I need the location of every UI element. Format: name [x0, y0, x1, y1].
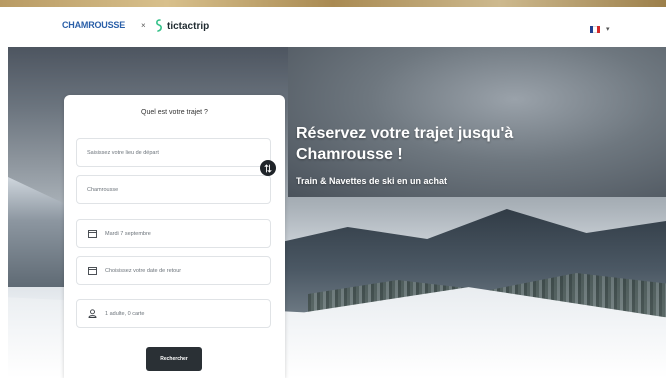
hero-subtitle: Train & Navettes de ski en un achat — [296, 176, 448, 186]
passengers-value: 1 adulte, 0 carte — [105, 310, 145, 317]
chamrousse-logo-text: CHAMROUSSE — [62, 20, 126, 30]
return-date-field[interactable]: Choisissez votre date de retour — [76, 256, 271, 285]
swap-locations-button[interactable] — [260, 160, 276, 176]
origin-placeholder: Saisissez votre lieu de départ — [87, 149, 159, 156]
brand-separator: × — [141, 21, 146, 30]
language-selector[interactable]: ▾ — [590, 25, 610, 33]
passengers-field[interactable]: 1 adulte, 0 carte — [76, 299, 271, 328]
site-header: CHAMROUSSE × tictactrip ▾ — [0, 7, 666, 47]
form-title: Quel est votre trajet ? — [141, 109, 208, 116]
calendar-icon — [87, 266, 97, 276]
chamrousse-logo[interactable]: CHAMROUSSE — [62, 20, 125, 30]
swap-icon — [264, 163, 272, 173]
chevron-down-icon: ▾ — [606, 26, 610, 33]
calendar-icon — [87, 229, 97, 239]
tictactrip-logo-text: tictactrip — [167, 20, 210, 32]
top-banner-strip — [0, 0, 666, 7]
departure-date-field[interactable]: Mardi 7 septembre — [76, 219, 271, 248]
destination-input[interactable]: Chamrousse — [76, 175, 271, 204]
tictactrip-swirl-icon — [156, 19, 162, 32]
trip-search-card: Quel est votre trajet ? Saisissez votre … — [64, 95, 285, 378]
tictactrip-logo[interactable]: tictactrip — [154, 19, 209, 33]
departure-date-value: Mardi 7 septembre — [105, 230, 151, 237]
origin-input[interactable]: Saisissez votre lieu de départ — [76, 138, 271, 167]
user-icon — [87, 309, 97, 319]
hero-text-block: Réservez votre trajet jusqu'à Chamrousse… — [296, 123, 596, 186]
french-flag-icon — [590, 25, 600, 33]
search-button[interactable]: Rechercher — [146, 347, 202, 371]
destination-value: Chamrousse — [87, 186, 119, 193]
return-date-placeholder: Choisissez votre date de retour — [105, 267, 182, 274]
hero-title: Réservez votre trajet jusqu'à Chamrousse… — [296, 125, 514, 163]
